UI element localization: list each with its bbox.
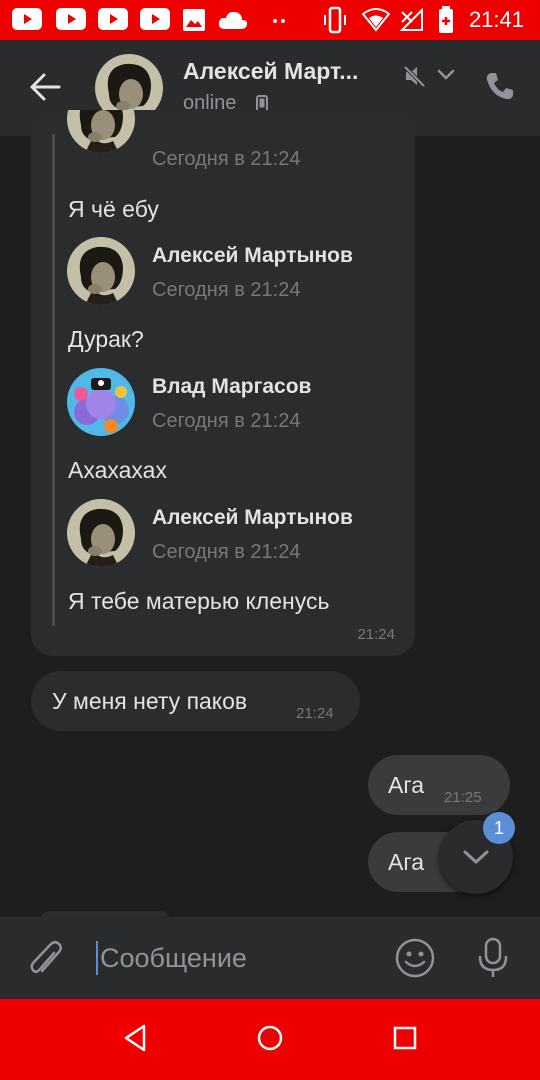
paperclip-icon[interactable] — [28, 939, 64, 979]
message-time: 21:25 — [444, 789, 482, 806]
more-notifications-icon — [273, 19, 285, 23]
sender-name[interactable]: Влад Маргасов — [152, 375, 311, 399]
youtube-notification-icon — [140, 8, 170, 30]
forward-quote-bar — [52, 134, 55, 626]
sender-name[interactable]: Алексей Мартынов — [152, 506, 353, 530]
text-cursor — [96, 941, 98, 975]
contact-name[interactable]: Алексей Март... — [183, 58, 387, 85]
message-text: У меня нету паков — [52, 688, 248, 714]
battery-charging-icon — [439, 6, 453, 33]
cloud-icon — [218, 11, 248, 29]
back-arrow-icon[interactable] — [28, 70, 62, 104]
forwarded-text: Я тебе матерью кленусь — [68, 588, 330, 614]
forwarded-date: Сегодня в 21:24 — [152, 279, 301, 301]
chevron-down-icon — [463, 850, 489, 864]
forwarded-text: Ахахахах — [68, 457, 167, 483]
wifi-icon — [362, 8, 390, 32]
nav-home-icon[interactable] — [256, 1023, 284, 1053]
youtube-notification-icon — [56, 8, 86, 30]
forwarded-text: Я чё ебу — [68, 196, 159, 222]
phone-icon[interactable] — [484, 70, 516, 102]
nav-back-icon[interactable] — [122, 1023, 148, 1053]
outgoing-message-bubble[interactable]: Ага 21:25 — [368, 755, 510, 815]
status-time: 21:41 — [468, 7, 524, 32]
message-input[interactable] — [100, 939, 380, 977]
status-bar: 21:41 — [0, 0, 540, 40]
sender-avatar[interactable] — [67, 237, 135, 305]
youtube-notification-icon — [12, 8, 42, 30]
forwarded-date: Сегодня в 21:24 — [152, 410, 301, 432]
gallery-icon — [183, 9, 205, 31]
speaker-muted-icon[interactable] — [403, 64, 427, 88]
chevron-down-icon[interactable] — [436, 68, 456, 82]
forwarded-date: Сегодня в 21:24 — [152, 148, 301, 170]
message-time: 21:24 — [296, 705, 334, 722]
message-text: Ага — [388, 772, 425, 798]
cellular-signal-icon — [399, 8, 423, 31]
sender-avatar[interactable] — [67, 499, 135, 567]
microphone-icon[interactable] — [475, 937, 511, 979]
sender-avatar[interactable] — [67, 368, 135, 436]
sender-avatar[interactable] — [67, 110, 135, 153]
incoming-message-bubble[interactable]: У меня нету паков 21:24 — [31, 671, 360, 731]
message-composer — [0, 917, 540, 999]
nav-recents-icon[interactable] — [392, 1023, 418, 1053]
message-text: Ага — [388, 849, 425, 875]
smile-icon[interactable] — [394, 937, 436, 979]
vibrate-icon — [324, 6, 346, 34]
forwarded-text: Дурак? — [68, 326, 144, 352]
message-time: 21:24 — [357, 626, 395, 643]
unread-count-badge: 1 — [483, 812, 515, 844]
youtube-notification-icon — [98, 8, 128, 30]
system-navigation-bar — [0, 999, 540, 1080]
forwarded-date: Сегодня в 21:24 — [152, 541, 301, 563]
forwarded-messages-bubble[interactable]: Сегодня в 21:24 Я чё ебу Алексей Мартыно… — [31, 110, 415, 656]
sender-name[interactable]: Алексей Мартынов — [152, 244, 353, 268]
